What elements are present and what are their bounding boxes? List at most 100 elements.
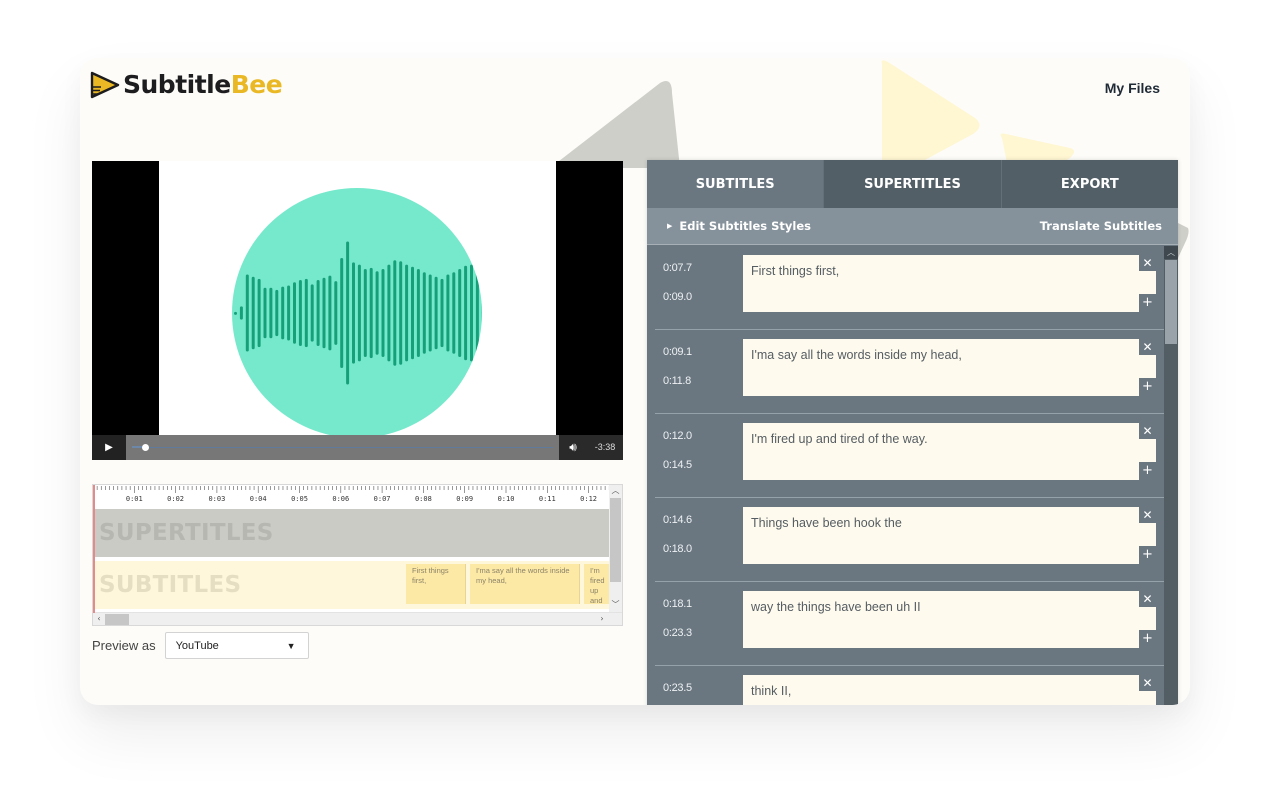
waveform-bar [340, 258, 344, 368]
subtitle-text-input[interactable]: way the things have been uh II [743, 591, 1141, 648]
close-icon: ✕ [1142, 256, 1153, 270]
preview-select[interactable]: YouTube ▼ [164, 632, 309, 659]
subtitle-text-input[interactable]: think II, [743, 675, 1141, 705]
scrollbar-thumb[interactable] [610, 498, 621, 582]
subtitle-text-input-ext[interactable] [1141, 607, 1156, 630]
timeline[interactable]: 0:01 0:02 0:03 0:04 0:05 0:06 0:07 0:08 0:09 0:10… [92, 484, 623, 626]
panel-toolbar: ▶ Edit Subtitles Styles Translate Subtit… [647, 208, 1178, 245]
subtitles-track[interactable]: SUBTITLES First things first, I'ma say a… [93, 561, 610, 609]
seek-bar[interactable] [126, 435, 559, 460]
preview-selected-value: YouTube [175, 639, 219, 652]
my-files-link[interactable]: My Files [1105, 80, 1160, 96]
waveform-bar [363, 269, 367, 357]
subtitle-list: 0:07.7 0:09.0 First things first, ✕ + 0:… [647, 246, 1178, 705]
waveform-bar [310, 284, 314, 342]
add-subtitle-button[interactable]: + [1139, 462, 1156, 480]
scrollbar-thumb[interactable] [1165, 260, 1177, 344]
close-icon: ✕ [1142, 508, 1153, 522]
start-time[interactable]: 0:12.0 [663, 430, 692, 442]
scroll-up-icon[interactable]: ︿ [1164, 246, 1178, 259]
subtitle-text-input[interactable]: Things have been hook the [743, 507, 1141, 564]
delete-subtitle-button[interactable]: ✕ [1139, 339, 1156, 355]
add-subtitle-button[interactable]: + [1139, 630, 1156, 648]
subtitle-list-scrollbar[interactable]: ︿ [1164, 246, 1178, 705]
ruler-label: 0:06 [332, 495, 350, 503]
video-controls: ▶ 🔊︎ -3:38 [92, 435, 623, 460]
start-time[interactable]: 0:18.1 [663, 598, 692, 610]
timeline-vertical-scrollbar[interactable]: ︿ ﹀ [609, 485, 622, 613]
waveform-bar [234, 311, 237, 315]
delete-subtitle-button[interactable]: ✕ [1139, 255, 1156, 271]
play-icon: ▶ [105, 442, 113, 453]
end-time[interactable]: 0:09.0 [663, 291, 692, 303]
subtitle-text-input[interactable]: I'm fired up and tired of the way. [743, 423, 1141, 480]
panel-tabs: SUBTITLES SUPERTITLES EXPORT [647, 160, 1178, 208]
waveform-graphic [234, 241, 482, 385]
seek-track [132, 447, 553, 448]
waveform-bar [263, 287, 267, 339]
scroll-left-icon[interactable]: ‹ [93, 613, 105, 625]
subtitles-panel: SUBTITLES SUPERTITLES EXPORT ▶ Edit Subt… [647, 160, 1178, 705]
waveform-bar [293, 282, 296, 344]
ruler-label: 0:08 [414, 495, 432, 503]
subtitle-row: 0:23.5 think II, ✕ + [655, 666, 1164, 705]
subtitle-text-input-ext[interactable] [1141, 439, 1156, 462]
delete-subtitle-button[interactable]: ✕ [1139, 507, 1156, 523]
tab-subtitles[interactable]: SUBTITLES [647, 160, 824, 208]
subtitle-text-input[interactable]: I'ma say all the words inside my head, [743, 339, 1141, 396]
playhead[interactable] [93, 485, 95, 613]
subtitle-row: 0:14.6 0:18.0 Things have been hook the … [655, 498, 1164, 582]
volume-button[interactable]: 🔊︎ [559, 435, 587, 460]
scroll-down-icon[interactable]: ﹀ [609, 599, 622, 611]
start-time[interactable]: 0:09.1 [663, 346, 692, 358]
scrollbar-thumb[interactable] [105, 614, 129, 625]
logo[interactable]: SubtitleBee [90, 70, 283, 99]
supertitles-track-label: SUPERTITLES [99, 520, 274, 546]
start-time[interactable]: 0:23.5 [663, 682, 692, 694]
end-time[interactable]: 0:18.0 [663, 543, 692, 555]
seek-knob[interactable] [142, 444, 149, 451]
tab-supertitles[interactable]: SUPERTITLES [823, 160, 1001, 208]
waveform-bar [257, 278, 261, 348]
play-button[interactable]: ▶ [92, 435, 126, 460]
add-subtitle-button[interactable]: + [1139, 546, 1156, 564]
plus-icon: + [1142, 379, 1153, 394]
waveform-bar [452, 272, 456, 354]
ruler-label: 0:01 [125, 495, 143, 503]
add-subtitle-button[interactable]: + [1139, 378, 1156, 396]
start-time[interactable]: 0:14.6 [663, 514, 692, 526]
timeline-clip[interactable]: First things first, [406, 564, 466, 604]
add-subtitle-button[interactable]: + [1139, 294, 1156, 312]
waveform-bar [269, 287, 273, 339]
close-icon: ✕ [1142, 592, 1153, 606]
delete-subtitle-button[interactable]: ✕ [1139, 423, 1156, 439]
waveform-bar [405, 264, 409, 362]
subtitle-text-input-ext[interactable] [1141, 271, 1156, 294]
timeline-ruler[interactable]: 0:01 0:02 0:03 0:04 0:05 0:06 0:07 0:08 0:09 0:10… [93, 485, 610, 509]
video-player[interactable]: ▶ 🔊︎ -3:38 [92, 161, 623, 460]
subtitle-text-input-ext[interactable] [1141, 691, 1156, 705]
waveform-bar [446, 274, 450, 352]
supertitles-track[interactable]: SUPERTITLES [93, 509, 610, 557]
subtitle-text-input[interactable]: First things first, [743, 255, 1141, 312]
start-time[interactable]: 0:07.7 [663, 262, 692, 274]
plus-icon: + [1142, 463, 1153, 478]
waveform-bar [322, 277, 326, 349]
scroll-right-icon[interactable]: › [596, 613, 608, 625]
subtitle-text-input-ext[interactable] [1141, 523, 1156, 546]
end-time[interactable]: 0:14.5 [663, 459, 692, 471]
timeline-clip[interactable]: I'm fired up and tired of the way [584, 564, 610, 604]
delete-subtitle-button[interactable]: ✕ [1139, 675, 1156, 691]
tab-export[interactable]: EXPORT [1000, 160, 1178, 208]
translate-subtitles-button[interactable]: Translate Subtitles [1040, 219, 1162, 233]
edit-styles-toggle[interactable]: ▶ Edit Subtitles Styles [667, 219, 811, 233]
end-time[interactable]: 0:23.3 [663, 627, 692, 639]
subtitle-text-input-ext[interactable] [1141, 355, 1156, 378]
gray-triangle-edge [1178, 223, 1189, 258]
timeline-horizontal-scrollbar[interactable]: ‹ › [93, 612, 622, 625]
waveform-bar [346, 241, 350, 385]
end-time[interactable]: 0:11.8 [663, 375, 691, 387]
timeline-clip[interactable]: I'ma say all the words inside my head, [470, 564, 580, 604]
delete-subtitle-button[interactable]: ✕ [1139, 591, 1156, 607]
scroll-up-icon[interactable]: ︿ [609, 485, 622, 497]
